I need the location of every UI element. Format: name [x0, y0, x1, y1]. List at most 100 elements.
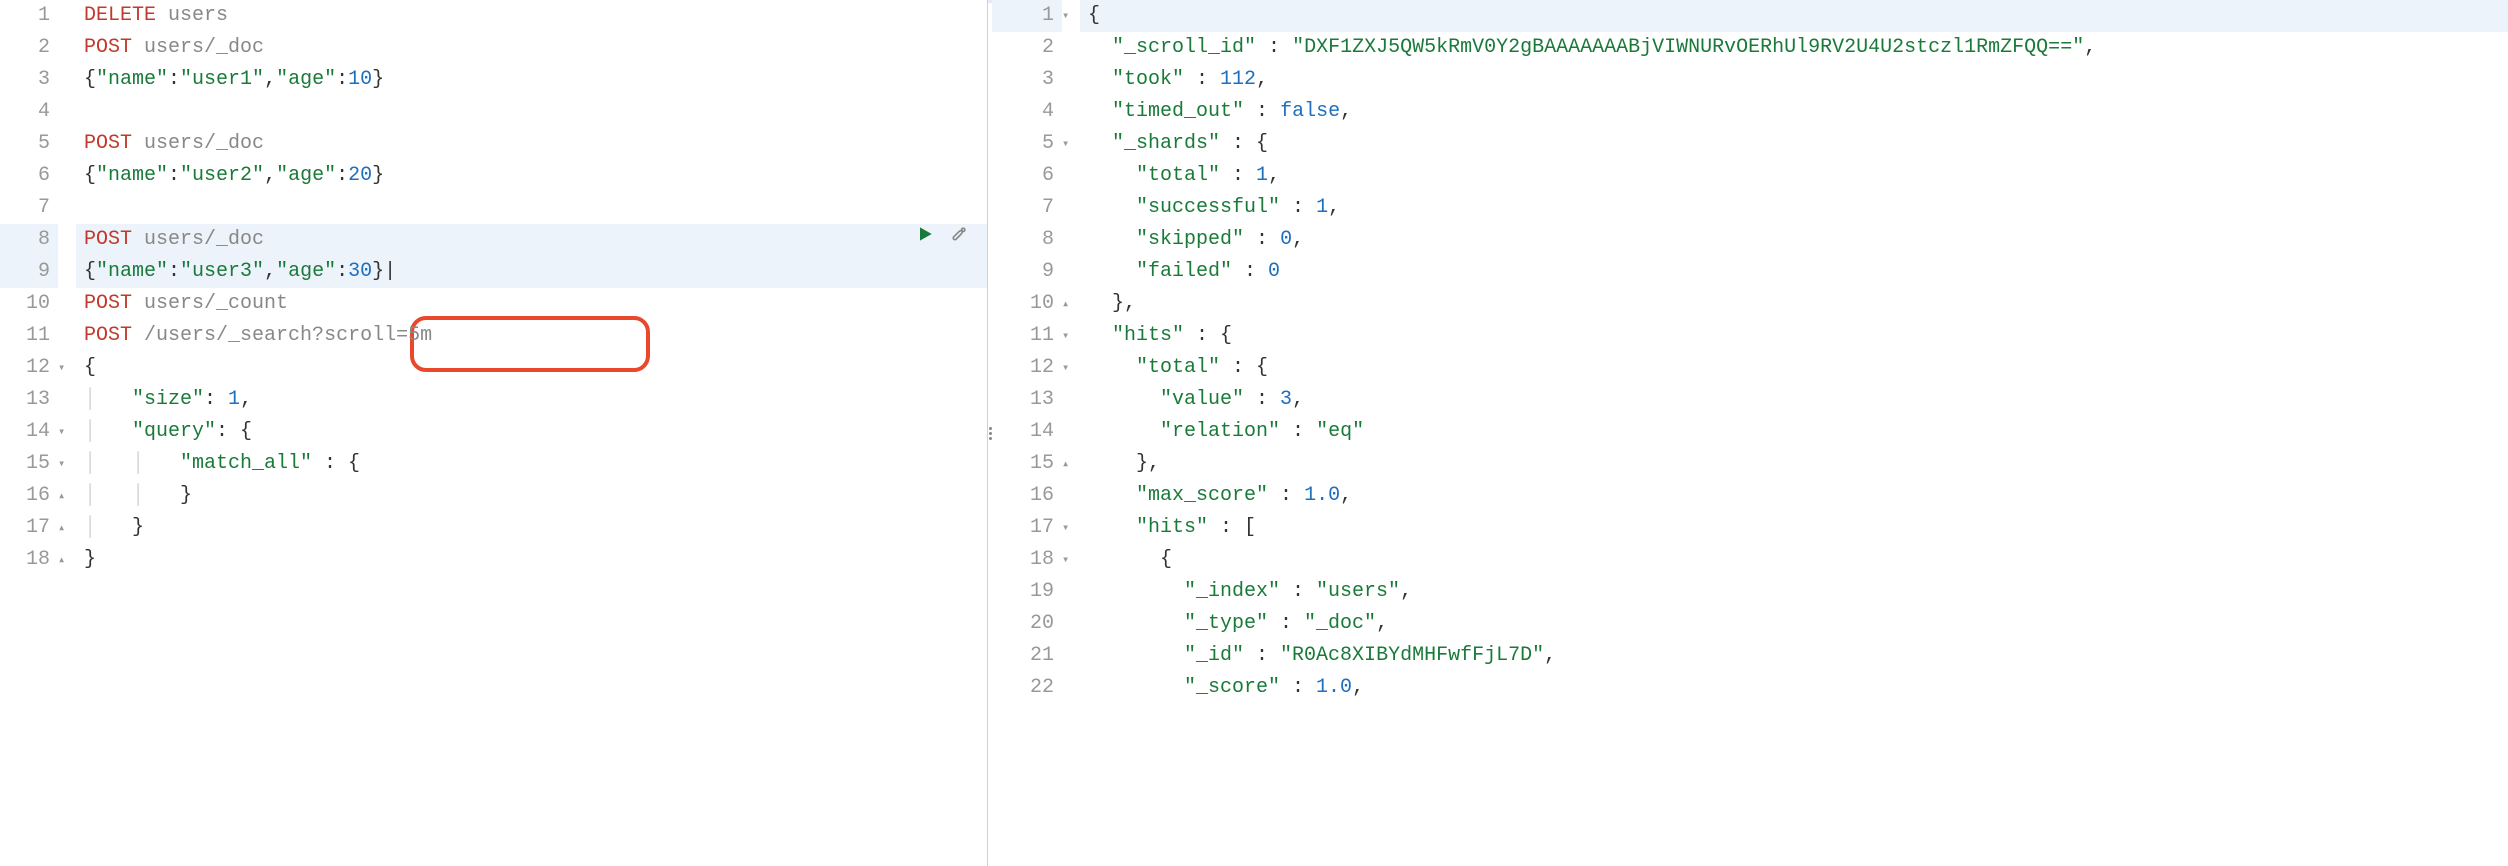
code-line[interactable]: "timed_out" : false,: [1080, 96, 2508, 128]
fold-marker: [1062, 416, 1080, 448]
response-code-lines[interactable]: { "_scroll_id" : "DXF1ZXJ5QW5kRmV0Y2gBAA…: [1080, 0, 2508, 866]
code-line[interactable]: "hits" : [: [1080, 512, 2508, 544]
code-line[interactable]: │ │ }: [76, 480, 987, 512]
fold-marker[interactable]: ▾: [1062, 320, 1080, 352]
code-line[interactable]: },: [1080, 288, 2508, 320]
code-line[interactable]: {"name":"user1","age":10}: [76, 64, 987, 96]
line-number: 13: [992, 384, 1062, 416]
fold-marker[interactable]: ▴: [58, 544, 76, 576]
code-line[interactable]: {"name":"user2","age":20}: [76, 160, 987, 192]
fold-marker[interactable]: ▾: [1062, 0, 1080, 32]
fold-marker[interactable]: ▴: [1062, 288, 1080, 320]
code-line[interactable]: [76, 192, 987, 224]
code-line[interactable]: POST users/_doc: [76, 32, 987, 64]
request-code-lines[interactable]: DELETE usersPOST users/_doc{"name":"user…: [76, 0, 987, 866]
code-line[interactable]: POST users/_doc: [76, 128, 987, 160]
code-line[interactable]: "_index" : "users",: [1080, 576, 2508, 608]
fold-marker: [1062, 256, 1080, 288]
code-line[interactable]: "successful" : 1,: [1080, 192, 2508, 224]
code-line[interactable]: "relation" : "eq": [1080, 416, 2508, 448]
fold-marker[interactable]: ▴: [58, 512, 76, 544]
line-number: 5: [0, 128, 58, 160]
fold-marker: [58, 128, 76, 160]
fold-marker[interactable]: ▴: [1062, 448, 1080, 480]
fold-marker: [1062, 192, 1080, 224]
line-number: 5: [992, 128, 1062, 160]
fold-marker: [1062, 32, 1080, 64]
line-number: 18: [0, 544, 58, 576]
line-number: 13: [0, 384, 58, 416]
code-line[interactable]: [76, 96, 987, 128]
code-line[interactable]: DELETE users: [76, 0, 987, 32]
fold-marker: [58, 256, 76, 288]
fold-marker[interactable]: ▾: [1062, 352, 1080, 384]
fold-gutter[interactable]: ▾▾▴▾▾▴▾▾: [1062, 0, 1080, 866]
fold-marker: [58, 160, 76, 192]
line-number: 2: [992, 32, 1062, 64]
editor-layout: 123456789101112131415161718 ▾▾▾▴▴▴ DELET…: [0, 0, 2508, 866]
fold-marker: [1062, 160, 1080, 192]
fold-marker: [58, 96, 76, 128]
fold-marker[interactable]: ▾: [58, 352, 76, 384]
fold-marker[interactable]: ▾: [58, 416, 76, 448]
response-editor[interactable]: 12345678910111213141516171819202122 ▾▾▴▾…: [992, 0, 2508, 866]
line-number: 9: [0, 256, 58, 288]
line-number: 1: [992, 0, 1062, 32]
fold-marker[interactable]: ▾: [58, 448, 76, 480]
code-line[interactable]: POST users/_doc: [76, 224, 987, 256]
code-line[interactable]: "_type" : "_doc",: [1080, 608, 2508, 640]
line-number: 22: [992, 672, 1062, 704]
fold-marker[interactable]: ▾: [1062, 512, 1080, 544]
line-number: 1: [0, 0, 58, 32]
code-line[interactable]: "failed" : 0: [1080, 256, 2508, 288]
code-line[interactable]: "total" : {: [1080, 352, 2508, 384]
code-line[interactable]: │ │ "match_all" : {: [76, 448, 987, 480]
fold-gutter[interactable]: ▾▾▾▴▴▴: [58, 0, 76, 866]
fold-marker: [1062, 96, 1080, 128]
code-line[interactable]: "_scroll_id" : "DXF1ZXJ5QW5kRmV0Y2gBAAAA…: [1080, 32, 2508, 64]
fold-marker: [58, 64, 76, 96]
code-line[interactable]: POST /users/_search?scroll=5m: [76, 320, 987, 352]
line-number: 6: [0, 160, 58, 192]
fold-marker: [1062, 640, 1080, 672]
code-line[interactable]: {: [1080, 0, 2508, 32]
code-line[interactable]: │ }: [76, 512, 987, 544]
code-line[interactable]: {: [1080, 544, 2508, 576]
code-line[interactable]: "hits" : {: [1080, 320, 2508, 352]
code-line[interactable]: "_score" : 1.0,: [1080, 672, 2508, 704]
request-pane: 123456789101112131415161718 ▾▾▾▴▴▴ DELET…: [0, 0, 988, 866]
line-number: 8: [0, 224, 58, 256]
line-number: 16: [992, 480, 1062, 512]
code-line[interactable]: {: [76, 352, 987, 384]
code-line[interactable]: "_id" : "R0Ac8XIBYdMHFwfFjL7D",: [1080, 640, 2508, 672]
run-request-icon[interactable]: [915, 224, 935, 256]
code-line[interactable]: }: [76, 544, 987, 576]
code-line[interactable]: POST users/_count: [76, 288, 987, 320]
code-line[interactable]: "skipped" : 0,: [1080, 224, 2508, 256]
code-line[interactable]: "took" : 112,: [1080, 64, 2508, 96]
fold-marker: [1062, 64, 1080, 96]
settings-icon[interactable]: [949, 224, 969, 256]
code-line[interactable]: {"name":"user3","age":30}|: [76, 256, 987, 288]
fold-marker[interactable]: ▴: [58, 480, 76, 512]
line-number: 14: [992, 416, 1062, 448]
fold-marker: [58, 32, 76, 64]
line-number: 15: [992, 448, 1062, 480]
fold-marker[interactable]: ▾: [1062, 544, 1080, 576]
line-number: 12: [0, 352, 58, 384]
fold-marker[interactable]: ▾: [1062, 128, 1080, 160]
code-line[interactable]: "_shards" : {: [1080, 128, 2508, 160]
code-line[interactable]: │ "size": 1,: [76, 384, 987, 416]
code-line[interactable]: │ "query": {: [76, 416, 987, 448]
line-number: 16: [0, 480, 58, 512]
code-line[interactable]: "total" : 1,: [1080, 160, 2508, 192]
request-editor[interactable]: 123456789101112131415161718 ▾▾▾▴▴▴ DELET…: [0, 0, 987, 866]
line-number: 7: [992, 192, 1062, 224]
code-line[interactable]: },: [1080, 448, 2508, 480]
code-line[interactable]: "max_score" : 1.0,: [1080, 480, 2508, 512]
fold-marker: [58, 0, 76, 32]
line-number: 4: [0, 96, 58, 128]
fold-marker: [1062, 480, 1080, 512]
code-line[interactable]: "value" : 3,: [1080, 384, 2508, 416]
line-number: 10: [992, 288, 1062, 320]
